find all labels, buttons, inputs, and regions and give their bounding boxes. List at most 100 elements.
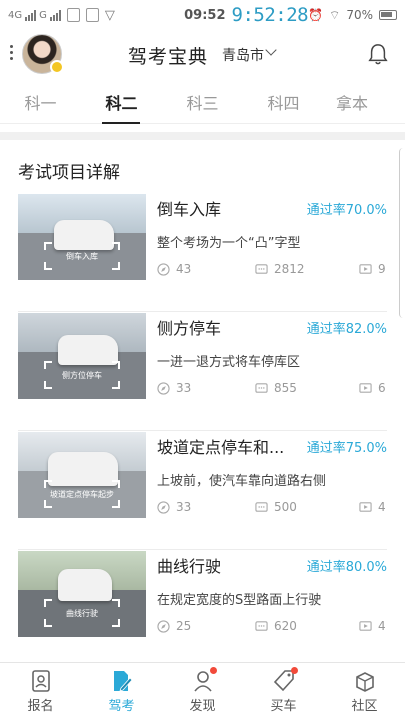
more-dots-icon[interactable] xyxy=(10,45,14,63)
comments-count: 500 xyxy=(274,500,297,514)
nav-driving-test[interactable]: 驾考 xyxy=(81,663,162,720)
thumbnail-caption: 侧方位停车 xyxy=(62,371,102,380)
item-thumbnail[interactable]: 倒车入库 xyxy=(18,194,146,280)
video-icon xyxy=(359,501,372,512)
id-card-icon xyxy=(31,670,50,692)
shield-icon: ▽ xyxy=(104,7,115,23)
list-item[interactable]: 坡道定点停车起步 坡道定点停车和... 通过率75.0% 上坡前，使汽车靠向道路… xyxy=(0,432,405,550)
item-stats: 25 620 4 xyxy=(157,619,389,635)
nav-label: 报名 xyxy=(27,699,54,714)
nav-label: 驾考 xyxy=(108,699,135,714)
bell-icon[interactable] xyxy=(367,42,389,66)
videos-count: 4 xyxy=(378,619,386,633)
status-time: 09:52 xyxy=(184,7,226,23)
list-item[interactable]: 倒车入库 倒车入库 通过率70.0% 整个考场为一个“凸”字型 43 2812 … xyxy=(0,194,405,312)
box-icon xyxy=(355,672,374,692)
nav-signup[interactable]: 报名 xyxy=(0,663,81,720)
app-header: 驾考宝典 青岛市 xyxy=(0,30,405,78)
compass-icon xyxy=(157,619,170,633)
tab-subject-3[interactable]: 科三 xyxy=(162,84,243,123)
tab-subject-1[interactable]: 科一 xyxy=(0,84,81,123)
divider xyxy=(0,132,405,140)
tab-subject-4[interactable]: 科四 xyxy=(243,84,324,123)
item-description: 一进一退方式将车停库区 xyxy=(157,355,301,370)
tab-subject-2[interactable]: 科二 xyxy=(81,84,162,124)
views-count: 33 xyxy=(176,381,192,395)
videos-count: 4 xyxy=(378,500,386,514)
clock-overlay: 9:52:28 xyxy=(231,4,309,26)
pass-rate: 通过率75.0% xyxy=(306,441,387,456)
pass-rate: 通过率70.0% xyxy=(306,203,387,218)
signal-icon xyxy=(25,9,37,21)
vip-badge-icon xyxy=(50,60,64,74)
list-item[interactable]: 曲线行驶 曲线行驶 通过率80.0% 在规定宽度的S型路面上行驶 25 620 … xyxy=(0,551,405,657)
comment-icon xyxy=(255,382,268,393)
subject-tabs: 科一 科二 科三 科四 拿本 xyxy=(0,84,405,124)
views-count: 25 xyxy=(176,619,192,633)
bottom-nav: 报名 驾考 发现 买车 社区 xyxy=(0,662,405,720)
views-count: 43 xyxy=(176,262,192,276)
nav-discover[interactable]: 发现 xyxy=(162,663,243,720)
network-type-2: G xyxy=(39,9,47,21)
comments-count: 620 xyxy=(274,619,297,633)
thumbnail-caption: 曲线行驶 xyxy=(66,609,98,618)
video-icon xyxy=(359,263,372,274)
chevron-down-icon[interactable] xyxy=(265,44,277,56)
thumbnail-caption: 坡道定点停车起步 xyxy=(50,490,114,499)
comment-icon xyxy=(255,263,268,274)
battery-percent: 70% xyxy=(346,8,373,22)
item-description: 在规定宽度的S型路面上行驶 xyxy=(157,593,322,608)
signal-icon-2 xyxy=(49,9,61,21)
page-title: 驾考宝典 xyxy=(128,46,209,68)
alarm-icon: ⏰ xyxy=(308,8,324,22)
section-title: 考试项目详解 xyxy=(18,163,120,183)
comments-count: 855 xyxy=(274,381,297,395)
item-thumbnail[interactable]: 坡道定点停车起步 xyxy=(18,432,146,518)
nav-label: 发现 xyxy=(189,699,216,714)
item-divider xyxy=(18,549,387,550)
views-count: 33 xyxy=(176,500,192,514)
wifi-icon: ⌔ xyxy=(329,7,341,22)
item-title: 倒车入库 xyxy=(157,200,222,219)
nav-buy-car[interactable]: 买车 xyxy=(243,663,324,720)
copy-icon xyxy=(85,8,99,22)
item-title: 曲线行驶 xyxy=(157,557,222,576)
compass-icon xyxy=(157,500,170,514)
videos-count: 9 xyxy=(378,262,386,276)
item-thumbnail[interactable]: 侧方位停车 xyxy=(18,313,146,399)
video-icon xyxy=(359,382,372,393)
compass-icon xyxy=(157,262,170,276)
comments-count: 2812 xyxy=(274,262,305,276)
car-image xyxy=(58,569,112,601)
item-stats: 33 855 6 xyxy=(157,381,389,397)
item-stats: 43 2812 9 xyxy=(157,262,389,278)
comment-icon xyxy=(255,620,268,631)
item-divider xyxy=(18,430,387,431)
item-title: 侧方停车 xyxy=(157,319,222,338)
item-stats: 33 500 4 xyxy=(157,500,389,516)
pass-rate: 通过率80.0% xyxy=(306,560,387,575)
document-pen-icon xyxy=(113,671,133,692)
item-divider xyxy=(18,311,387,312)
network-type-1: 4G xyxy=(8,9,23,21)
status-bar: 4G G ▽ 09:52 9:52:28 ⏰ ⌔ 70% xyxy=(0,0,405,30)
compass-icon xyxy=(157,381,170,395)
pass-rate: 通过率82.0% xyxy=(306,322,387,337)
videos-count: 6 xyxy=(378,381,386,395)
thumbnail-caption: 倒车入库 xyxy=(66,252,98,261)
nav-label: 社区 xyxy=(351,699,378,714)
nav-label: 买车 xyxy=(270,699,297,714)
list-item[interactable]: 侧方位停车 侧方停车 通过率82.0% 一进一退方式将车停库区 33 855 6 xyxy=(0,313,405,431)
nav-community[interactable]: 社区 xyxy=(324,663,405,720)
tab-get-license[interactable]: 拿本 xyxy=(324,84,405,123)
item-title: 坡道定点停车和... xyxy=(157,438,285,457)
notification-dot xyxy=(291,667,298,674)
notification-dot xyxy=(210,667,217,674)
item-description: 上坡前，使汽车靠向道路右侧 xyxy=(157,474,327,489)
item-description: 整个考场为一个“凸”字型 xyxy=(157,236,301,251)
city-selector[interactable]: 青岛市 xyxy=(222,45,264,65)
notification-app-icon xyxy=(66,8,80,22)
video-icon xyxy=(359,620,372,631)
item-thumbnail[interactable]: 曲线行驶 xyxy=(18,551,146,637)
comment-icon xyxy=(255,501,268,512)
